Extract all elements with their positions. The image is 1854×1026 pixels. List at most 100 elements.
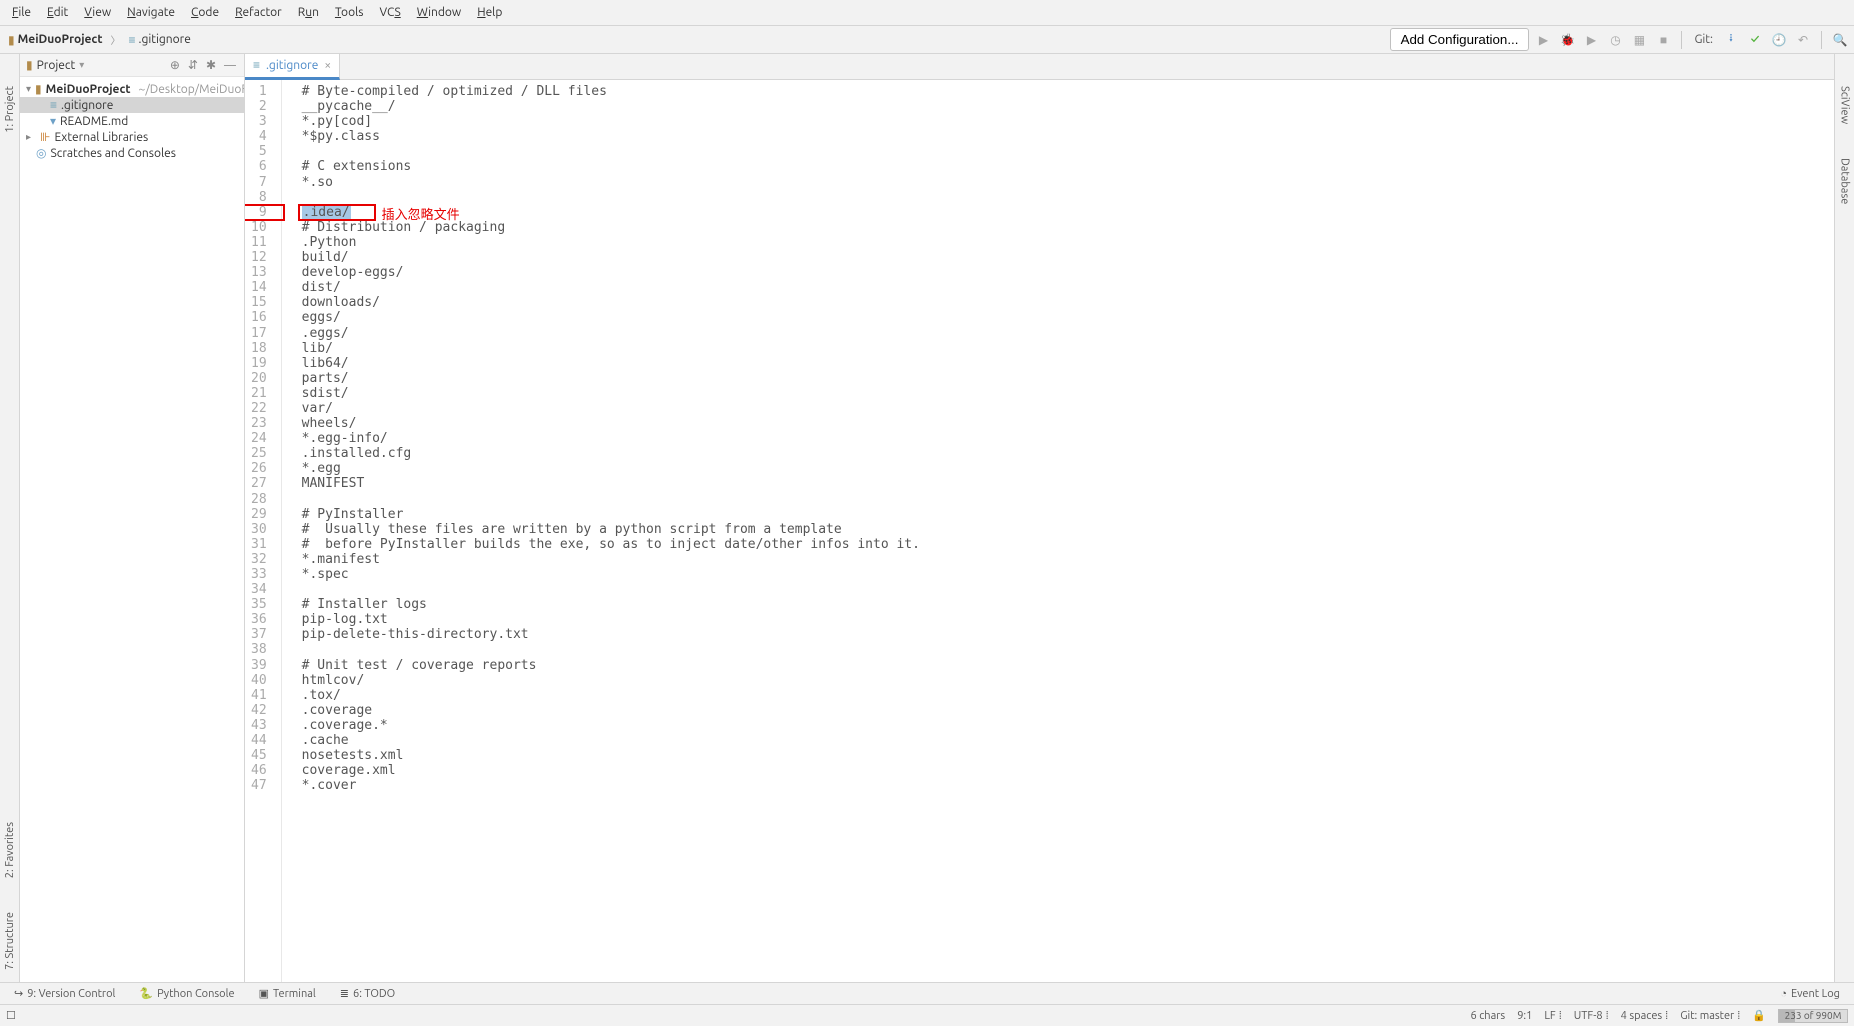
stop-icon[interactable]: ■ [1653, 30, 1673, 50]
tab-python-console[interactable]: 🐍 Python Console [133, 985, 240, 1002]
project-tree: ▾ ▮ MeiDuoProject ~/Desktop/MeiDuoF ≡ .g… [20, 77, 244, 165]
tree-file-gitignore[interactable]: ≡ .gitignore [20, 97, 244, 113]
debug-icon[interactable]: 🐞 [1557, 30, 1577, 50]
menu-navigate[interactable]: Navigate [119, 2, 183, 23]
tree-external-libraries[interactable]: ▸ ⊪ External Libraries [20, 129, 244, 145]
close-tab-icon[interactable]: × [324, 59, 331, 72]
tree-root[interactable]: ▾ ▮ MeiDuoProject ~/Desktop/MeiDuoF [20, 81, 244, 97]
git-pull-icon[interactable]: ⭭ [1721, 30, 1741, 50]
tab-label: 9: Version Control [27, 988, 115, 1000]
tab-version-control[interactable]: ↪ 9: Version Control [8, 985, 121, 1002]
expand-arrow-icon[interactable]: ▸ [26, 131, 36, 143]
status-caret-position[interactable]: 9:1 [1517, 1010, 1532, 1022]
editor-tabs: ≡ .gitignore × [245, 54, 1834, 80]
git-section-label: Git: [1694, 33, 1713, 46]
tree-item-label: README.md [60, 115, 128, 128]
tree-item-label: External Libraries [54, 131, 148, 144]
breadcrumb-project[interactable]: ▮ MeiDuoProject [4, 31, 107, 49]
toolwin-tab-favorites[interactable]: 2: Favorites [2, 810, 18, 890]
navigation-bar: ▮ MeiDuoProject 〉 ≡ .gitignore Add Confi… [0, 26, 1854, 54]
menu-tools[interactable]: Tools [327, 2, 372, 23]
code-editor[interactable]: 1234567891011121314151617181920212223242… [245, 80, 1834, 982]
memory-indicator[interactable]: 233 of 990M [1778, 1009, 1848, 1023]
expand-arrow-icon[interactable]: ▾ [26, 83, 31, 95]
tree-scratches[interactable]: ◎ Scratches and Consoles [20, 145, 244, 161]
menu-help[interactable]: Help [469, 2, 510, 23]
menubar: File Edit View Navigate Code Refactor Ru… [0, 0, 1854, 26]
toolwin-tab-database[interactable]: Database [1837, 146, 1853, 216]
main-area: 1: Project 2: Favorites 7: Structure ▮ P… [0, 54, 1854, 982]
annotation-label: 插入忽略文件 [382, 204, 460, 223]
breadcrumb-file[interactable]: ≡ .gitignore [125, 31, 195, 49]
file-icon: ≡ [50, 98, 57, 112]
tab-todo[interactable]: ≣ 6: TODO [334, 985, 401, 1002]
tree-item-label: .gitignore [61, 99, 113, 112]
tab-label: Terminal [273, 988, 316, 1000]
tab-label: Event Log [1791, 988, 1840, 1000]
toolwin-tab-sciview[interactable]: SciView [1837, 74, 1853, 136]
menu-edit[interactable]: Edit [39, 2, 76, 23]
expand-all-icon[interactable]: ⇵ [186, 58, 200, 72]
tab-label: 6: TODO [353, 988, 395, 1000]
locate-icon[interactable]: ⊕ [168, 58, 182, 72]
line-number-gutter: 1234567891011121314151617181920212223242… [245, 80, 282, 982]
menu-vcs[interactable]: VCS [371, 2, 408, 23]
git-revert-icon[interactable]: ↶ [1793, 30, 1813, 50]
tab-label: Python Console [157, 988, 234, 1000]
event-log-icon: ◔ [1780, 988, 1787, 1000]
project-panel-header: ▮ Project ▾ ⊕ ⇵ ✱ — [20, 54, 244, 77]
toolwin-tab-structure[interactable]: 7: Structure [2, 900, 18, 982]
run-with-coverage-icon[interactable]: ▶ [1581, 30, 1601, 50]
status-indent[interactable]: 4 spaces ⁞ [1621, 1010, 1669, 1022]
right-tool-window-strip: SciView Database [1834, 54, 1854, 982]
status-encoding[interactable]: UTF-8 ⁞ [1574, 1010, 1609, 1022]
tree-root-label: MeiDuoProject [46, 83, 131, 96]
markdown-file-icon: ▾ [50, 114, 56, 128]
code-content[interactable]: # Byte-compiled / optimized / DLL files_… [282, 80, 1834, 982]
status-line-separator[interactable]: LF ⁞ [1544, 1010, 1561, 1022]
menu-code[interactable]: Code [183, 2, 227, 23]
add-configuration-button[interactable]: Add Configuration... [1390, 28, 1530, 51]
menu-view[interactable]: View [76, 2, 119, 23]
editor-tab-label: .gitignore [266, 59, 318, 72]
run-icon[interactable]: ▶ [1533, 30, 1553, 50]
git-history-icon[interactable]: 🕘 [1769, 30, 1789, 50]
status-bar: ☐ 6 chars 9:1 LF ⁞ UTF-8 ⁞ 4 spaces ⁞ Gi… [0, 1004, 1854, 1026]
file-icon: ≡ [129, 33, 136, 47]
editor-area: ≡ .gitignore × 1234567891011121314151617… [245, 54, 1834, 982]
breadcrumb-file-label: .gitignore [139, 33, 191, 46]
scratches-icon: ◎ [36, 146, 46, 160]
status-selection: 6 chars [1470, 1010, 1505, 1022]
menu-run[interactable]: Run [290, 2, 327, 23]
tree-file-readme[interactable]: ▾ README.md [20, 113, 244, 129]
status-readonly-lock-icon[interactable]: 🔒 [1752, 1009, 1766, 1022]
python-icon: 🐍 [139, 987, 153, 1000]
toolwin-tab-project[interactable]: 1: Project [2, 74, 18, 145]
bottom-tool-tabs: ↪ 9: Version Control 🐍 Python Console ▣ … [0, 982, 1854, 1004]
breadcrumb: ▮ MeiDuoProject 〉 ≡ .gitignore [4, 31, 195, 49]
left-tool-window-strip: 1: Project 2: Favorites 7: Structure [0, 54, 20, 982]
git-commit-icon[interactable]: ✓ [1745, 30, 1765, 50]
vcs-icon: ↪ [14, 987, 23, 1000]
project-view-icon: ▮ [26, 58, 33, 72]
status-git-branch[interactable]: Git: master ⁞ [1680, 1010, 1740, 1022]
menu-window[interactable]: Window [409, 2, 469, 23]
tree-item-label: Scratches and Consoles [50, 147, 176, 160]
profile-icon[interactable]: ◷ [1605, 30, 1625, 50]
menu-file[interactable]: File [4, 2, 39, 23]
chevron-right-icon: 〉 [111, 32, 121, 47]
project-panel-title: Project [37, 59, 76, 72]
toolwindows-toggle-icon[interactable]: ☐ [6, 1009, 16, 1022]
folder-icon: ▮ [8, 33, 15, 47]
search-everywhere-icon[interactable]: 🔍 [1830, 30, 1850, 50]
breadcrumb-root-label: MeiDuoProject [18, 33, 103, 46]
dropdown-icon[interactable]: ▾ [79, 59, 84, 71]
tab-event-log[interactable]: ◔ Event Log [1774, 986, 1846, 1002]
menu-refactor[interactable]: Refactor [227, 2, 290, 23]
settings-icon[interactable]: ✱ [204, 58, 218, 72]
tab-terminal[interactable]: ▣ Terminal [253, 985, 322, 1002]
editor-tab-gitignore[interactable]: ≡ .gitignore × [245, 54, 340, 80]
concurrency-icon[interactable]: ▦ [1629, 30, 1649, 50]
folder-icon: ▮ [35, 82, 42, 96]
hide-panel-icon[interactable]: — [222, 59, 238, 72]
